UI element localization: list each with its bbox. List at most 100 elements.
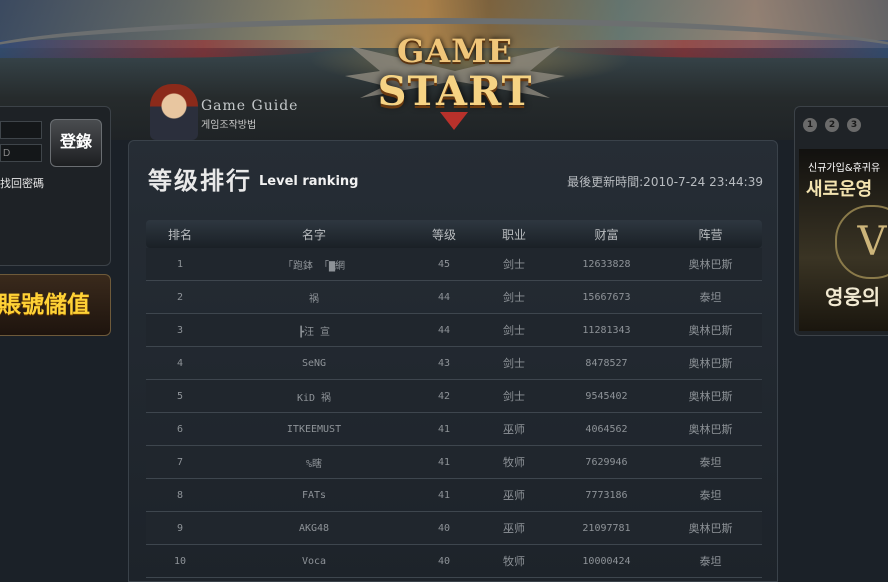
column-header-name: 名字 <box>301 227 326 242</box>
cell-camp: 泰坦 <box>699 456 722 469</box>
cell-rank: 8 <box>176 489 184 501</box>
table-header: 排名 名字 等级 职业 财富 阵营 <box>146 220 762 248</box>
cell-camp: 奥林巴斯 <box>688 258 733 271</box>
cell-name: AKG48 <box>298 522 330 534</box>
cell-job: 剑士 <box>503 324 525 337</box>
table-row: 1 「跑鉢 「▇網 45 剑士 12633828 奥林巴斯 <box>146 248 762 281</box>
cell-job: 剑士 <box>503 357 525 370</box>
logo-text-start: START <box>377 68 533 115</box>
promo-line-1: 신규가입&휴귀유 <box>808 163 881 174</box>
cell-job: 牧师 <box>503 555 525 568</box>
cell-rank: 10 <box>173 555 187 567</box>
cell-level: 41 <box>437 423 451 435</box>
cell-camp: 奥林巴斯 <box>688 357 733 370</box>
cell-wealth: 15667673 <box>582 291 631 303</box>
cell-name: FATs <box>301 489 327 501</box>
cell-wealth: 12633828 <box>582 258 631 270</box>
cell-level: 45 <box>437 258 451 270</box>
table-row: 9 AKG48 40 巫师 21097781 奥林巴斯 <box>146 512 762 545</box>
logo-arrow-icon <box>440 112 468 130</box>
cell-wealth: 4064562 <box>585 423 628 435</box>
cell-wealth: 9545402 <box>585 390 628 402</box>
cell-level: 40 <box>437 522 451 534</box>
promo-line-2: 새로운영 <box>806 179 873 200</box>
cell-level: 42 <box>437 390 451 402</box>
promo-banner[interactable]: 신규가입&휴귀유 새로운영 V 영웅의 <box>799 149 888 331</box>
page-subtitle: Level ranking <box>259 174 359 189</box>
table-row: 7 %瞎 41 牧师 7629946 泰坦 <box>146 446 762 479</box>
forgot-password-link[interactable]: 找回密碼 <box>0 175 44 191</box>
header-banner: GAME START Game Guide 게임조작방법 <box>0 0 888 140</box>
cell-job: 巫师 <box>503 489 525 502</box>
cell-camp: 泰坦 <box>699 555 722 568</box>
cell-level: 43 <box>437 357 451 369</box>
cell-camp: 泰坦 <box>699 291 722 304</box>
table-row: 4 SeNG 43 剑士 8478527 奥林巴斯 <box>146 347 762 380</box>
cell-name: 祸 <box>309 293 319 305</box>
cell-wealth: 21097781 <box>582 522 631 534</box>
cell-name: KiD 祸 <box>296 392 332 404</box>
promo-panel: 1 2 3 신규가입&휴귀유 새로운영 V 영웅의 <box>794 106 888 336</box>
cell-camp: 奥林巴斯 <box>688 390 733 403</box>
cell-rank: 5 <box>176 390 184 402</box>
password-input[interactable] <box>0 144 42 162</box>
cell-job: 剑士 <box>503 258 525 271</box>
cell-level: 44 <box>437 291 451 303</box>
cell-camp: 泰坦 <box>699 489 722 502</box>
table-row: 10 Voca 40 牧师 10000424 泰坦 <box>146 545 762 578</box>
cell-rank: 1 <box>176 258 184 270</box>
character-avatar <box>150 84 198 140</box>
guide-subtitle: 게임조작방법 <box>201 120 257 131</box>
slide-dot-2[interactable]: 2 <box>825 118 839 132</box>
table-row: 6 ITKEEMUST 41 巫师 4064562 奥林巴斯 <box>146 413 762 446</box>
cell-camp: 奥林巴斯 <box>688 324 733 337</box>
ranking-table: 排名 名字 等级 职业 财富 阵营 1 「跑鉢 「▇網 45 剑士 126338… <box>146 220 762 578</box>
cell-job: 巫师 <box>503 423 525 436</box>
promo-emblem: V <box>835 205 888 279</box>
cell-level: 44 <box>437 324 451 336</box>
cell-wealth: 7629946 <box>585 456 628 468</box>
slide-dot-1[interactable]: 1 <box>803 118 817 132</box>
cell-name: Voca <box>301 555 327 567</box>
login-button[interactable]: 登錄 <box>50 119 102 167</box>
cell-name: ITKEEMUST <box>286 423 342 435</box>
column-header-wealth: 财富 <box>594 227 619 242</box>
cell-job: 牧师 <box>503 456 525 469</box>
cell-camp: 奥林巴斯 <box>688 522 733 535</box>
level-ranking-panel: 等级排行 Level ranking 最後更新時間:2010-7-24 23:4… <box>128 140 778 582</box>
column-header-rank: 排名 <box>167 227 192 242</box>
account-recharge-button[interactable]: 賬號儲值 <box>0 274 111 336</box>
cell-level: 40 <box>437 555 451 567</box>
login-panel: 登錄 找回密碼 <box>0 106 111 266</box>
username-input[interactable] <box>0 121 42 139</box>
table-row: 8 FATs 41 巫师 7773186 泰坦 <box>146 479 762 512</box>
game-start-logo[interactable]: GAME START <box>340 20 570 130</box>
cell-wealth: 10000424 <box>582 555 631 567</box>
cell-job: 巫师 <box>503 522 525 535</box>
cell-job: 剑士 <box>503 390 525 403</box>
cell-rank: 4 <box>176 357 184 369</box>
cell-rank: 3 <box>176 324 184 336</box>
column-header-camp: 阵营 <box>698 227 723 242</box>
cell-rank: 7 <box>176 456 184 468</box>
cell-name: %瞎 <box>305 458 323 470</box>
cell-job: 剑士 <box>503 291 525 304</box>
cell-wealth: 11281343 <box>582 324 631 336</box>
cell-rank: 9 <box>176 522 184 534</box>
logo-text-game: GAME <box>397 32 513 70</box>
cell-level: 41 <box>437 456 451 468</box>
cell-name: ┣汪 宣 <box>297 326 331 338</box>
cell-name: 「跑鉢 「▇網 <box>282 260 346 272</box>
guide-title: Game Guide <box>201 98 299 114</box>
cell-level: 41 <box>437 489 451 501</box>
table-row: 5 KiD 祸 42 剑士 9545402 奥林巴斯 <box>146 380 762 413</box>
table-row: 3 ┣汪 宣 44 剑士 11281343 奥林巴斯 <box>146 314 762 347</box>
last-updated-time: 最後更新時間:2010-7-24 23:44:39 <box>567 175 763 189</box>
cell-rank: 6 <box>176 423 184 435</box>
table-row: 2 祸 44 剑士 15667673 泰坦 <box>146 281 762 314</box>
cell-wealth: 8478527 <box>585 357 628 369</box>
column-header-job: 职业 <box>501 227 526 242</box>
slide-dot-3[interactable]: 3 <box>847 118 861 132</box>
cell-rank: 2 <box>176 291 184 303</box>
cell-wealth: 7773186 <box>585 489 628 501</box>
